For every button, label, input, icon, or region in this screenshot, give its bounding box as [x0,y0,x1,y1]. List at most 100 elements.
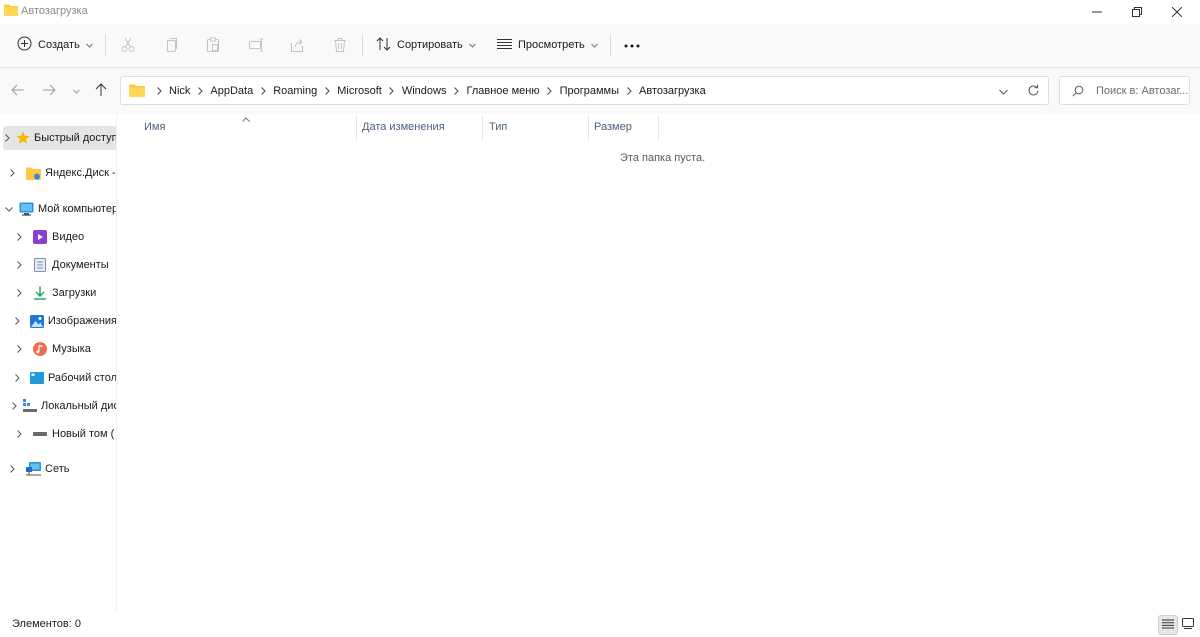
address-bar[interactable]: Nick AppData Roaming Microsoft Windows Главно… [120,76,1049,105]
network-icon [25,461,41,477]
chevron-right-icon[interactable] [12,345,26,353]
chevron-right-icon[interactable] [12,289,26,297]
folder-icon [129,84,145,100]
search-box[interactable]: Поиск в: Автозаг... [1059,76,1190,105]
chevron-right-icon[interactable] [384,86,400,95]
view-button-label: Просмотреть [518,39,585,51]
chevron-right-icon[interactable] [255,86,271,95]
video-icon [32,229,48,245]
chevron-down-icon[interactable] [5,206,13,212]
chevron-right-icon[interactable] [448,86,464,95]
view-lines-icon [497,38,512,53]
more-dots-icon [624,39,640,51]
tiles-view-icon [1182,618,1194,632]
chevron-right-icon[interactable] [621,86,637,95]
chevron-right-icon[interactable] [319,86,335,95]
breadcrumb-item[interactable]: Главное меню [464,85,541,97]
nav-item-video[interactable]: Видео [0,225,116,249]
nav-item-pictures[interactable]: Изображения [0,309,116,333]
share-icon[interactable] [287,35,307,55]
toolbar-divider [610,34,611,56]
search-icon [1072,85,1084,100]
column-divider[interactable] [482,116,483,140]
copy-icon[interactable] [161,35,181,55]
nav-item-yandex-disk[interactable]: Яндекс.Диск - [0,161,116,185]
nav-item-network[interactable]: Сеть [0,457,116,481]
nav-item-my-computer[interactable]: Мой компьютер [0,197,116,221]
new-button[interactable]: Создать [17,32,93,58]
chevron-right-icon[interactable] [151,86,167,95]
nav-item-music[interactable]: Музыка [0,337,116,361]
chevron-right-icon[interactable] [5,465,19,473]
nav-item-desktop[interactable]: Рабочий стол [0,366,117,390]
chevron-right-icon[interactable] [12,233,26,241]
drive-icon [32,426,48,442]
forward-button[interactable] [41,83,57,99]
chevron-down-icon [72,85,80,97]
command-bar: Создать Сортировать Просмотреть [0,24,1200,68]
folder-icon [4,4,18,16]
chevron-right-icon[interactable] [12,430,26,438]
close-button[interactable] [1154,0,1200,24]
yandex-disk-icon [25,165,41,181]
chevron-down-icon[interactable] [999,86,1008,98]
nav-item-label: Музыка [52,343,91,355]
sort-button[interactable]: Сортировать [376,32,476,58]
nav-item-label: Яндекс.Диск - [45,167,116,179]
up-button[interactable] [93,82,109,99]
nav-item-label: Документы [52,259,109,271]
breadcrumb-item[interactable]: AppData [208,85,255,97]
chevron-right-icon[interactable] [12,317,24,325]
paste-icon[interactable] [203,35,223,55]
nav-item-documents[interactable]: Документы [0,253,116,277]
breadcrumb-item[interactable]: Nick [167,85,192,97]
recent-locations-button[interactable] [68,83,84,99]
breadcrumb-item[interactable]: Roaming [271,85,319,97]
toolbar-divider [362,34,363,56]
chevron-right-icon[interactable] [12,261,26,269]
breadcrumb-item[interactable]: Автозагрузка [637,85,708,97]
column-header-type[interactable]: Тип [489,114,507,140]
sort-button-label: Сортировать [397,39,463,51]
view-button[interactable]: Просмотреть [497,32,598,58]
toolbar-divider [105,34,106,56]
back-button[interactable] [10,83,26,99]
file-explorer-window: Автозагрузка Создать Сортировать Просмот… [0,0,1200,637]
cut-icon[interactable] [118,35,138,55]
nav-item-label: Загрузки [52,287,97,299]
column-header-date[interactable]: Дата изменения [362,114,445,140]
rename-icon[interactable] [246,35,266,55]
chevron-right-icon[interactable] [12,374,24,382]
nav-item-downloads[interactable]: Загрузки [0,281,116,305]
navigation-pane: Быстрый доступ Яндекс.Диск - Мой компьют… [0,114,117,612]
chevron-right-icon[interactable] [192,86,208,95]
column-divider[interactable] [588,116,589,140]
column-divider[interactable] [658,116,659,140]
chevron-right-icon[interactable] [542,86,558,95]
more-options-button[interactable] [624,32,640,58]
details-view-icon [1162,619,1174,632]
nav-item-new-volume[interactable]: Новый том ( [0,422,116,446]
refresh-icon[interactable] [1027,84,1040,100]
nav-item-label: Видео [52,231,85,243]
breadcrumb-item[interactable]: Microsoft [335,85,384,97]
title-bar: Автозагрузка [0,0,1200,24]
breadcrumb-item[interactable]: Программы [558,85,621,97]
column-divider[interactable] [356,116,357,140]
documents-icon [32,257,48,273]
breadcrumb-item[interactable]: Windows [400,85,449,97]
chevron-right-icon[interactable] [5,169,19,177]
chevron-right-icon[interactable] [12,402,17,410]
chevron-right-icon[interactable] [5,134,10,142]
nav-item-label: Рабочий стол [47,372,117,384]
delete-icon[interactable] [330,35,350,55]
navigation-bar: Nick AppData Roaming Microsoft Windows Главно… [0,68,1200,114]
details-view-button[interactable] [1158,615,1178,635]
tiles-view-button[interactable] [1178,615,1198,635]
chevron-down-icon [590,39,598,51]
nav-item-local-disk[interactable]: Локальный диск [0,394,116,418]
column-header-name[interactable]: Имя [144,114,165,140]
arrow-left-icon [11,84,25,99]
nav-item-quick-access[interactable]: Быстрый доступ [3,126,116,150]
column-header-size[interactable]: Размер [594,114,632,140]
